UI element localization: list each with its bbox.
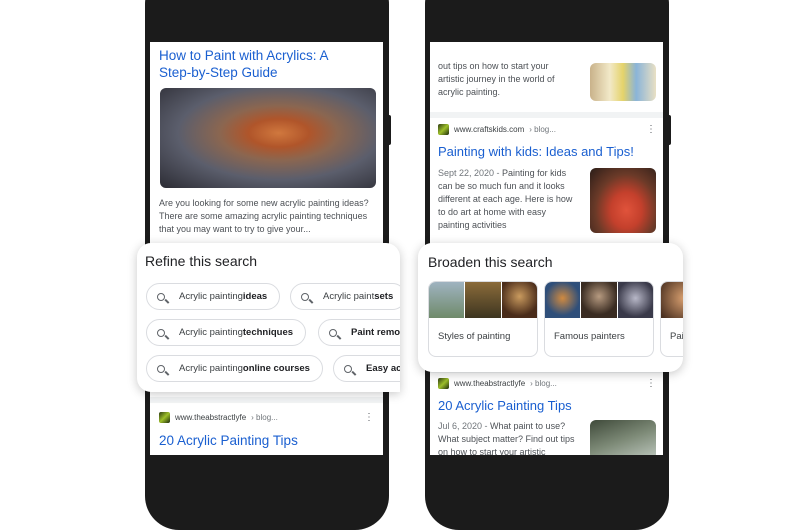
result-title[interactable]: How to Paint with Acrylics: A Step-by-St… [159,47,359,81]
site-path: › blog... [530,379,557,388]
broaden-item-styles-of-painting[interactable]: Styles of painting [428,281,538,357]
search-icon [301,292,309,301]
result-image[interactable] [160,88,376,188]
refine-chip[interactable]: Acrylic paint sets [290,283,400,310]
result-snippet: out tips on how to start your artistic j… [438,61,555,97]
result-snippet: Sept 22, 2020 - Painting for kids can be… [438,168,573,230]
result-title[interactable]: 20 Acrylic Painting Tips [438,397,572,414]
search-icon [329,328,337,337]
broaden-item-label: Pai [670,331,683,342]
search-icon [344,364,352,373]
result-title[interactable]: 20 Acrylic Painting Tips [159,432,298,449]
search-icon [157,364,165,373]
card-heading: Broaden this search [428,254,553,270]
result-title[interactable]: Painting with kids: Ideas and Tips! [438,143,634,160]
refine-chip[interactable]: Acrylic painting online courses [146,355,323,382]
divider [430,112,663,118]
side-button [387,115,391,145]
broaden-search-card: Broaden this search Styles of painting F… [418,243,683,372]
broaden-item-famous-painters[interactable]: Famous painters [544,281,654,357]
search-icon [157,328,165,337]
site-path: › blog... [529,125,556,134]
site-favicon [159,412,170,423]
result-thumbnail[interactable] [590,63,656,101]
search-icon [157,292,165,301]
result-snippet: Jul 6, 2020 - What paint to use? What su… [438,421,575,455]
broaden-item-label: Famous painters [554,331,625,342]
result-thumbnail[interactable] [590,168,656,233]
refine-chip[interactable]: Easy ac [333,355,400,382]
site-favicon [438,378,449,389]
refine-chip[interactable]: Paint remo [318,319,400,346]
more-options-icon[interactable]: ⋮ [364,412,374,423]
side-button [667,115,671,145]
result-source: www.theabstractlyfe › blog... ⋮ [159,412,374,423]
divider [150,397,383,403]
more-options-icon[interactable]: ⋮ [646,124,656,135]
site-path: › blog... [251,413,278,422]
broaden-item-partial[interactable]: Pai [660,281,683,357]
site-url: www.theabstractlyfe [175,413,247,422]
site-favicon [438,124,449,135]
site-url: www.craftskids.com [454,125,525,134]
site-url: www.theabstractlyfe [454,379,526,388]
refine-chip[interactable]: Acrylic painting techniques [146,319,307,346]
broaden-item-label: Styles of painting [438,331,511,342]
result-thumbnail[interactable] [590,420,656,455]
result-source: www.theabstractlyfe › blog... ⋮ [438,378,656,389]
refine-chip[interactable]: Acrylic painting ideas [146,283,281,310]
card-heading: Refine this search [145,253,258,269]
result-source: www.craftskids.com › blog... ⋮ [438,124,656,135]
result-snippet: Are you looking for some new acrylic pai… [159,198,369,234]
refine-search-card: Refine this search Acrylic painting idea… [137,243,400,392]
more-options-icon[interactable]: ⋮ [646,378,656,389]
